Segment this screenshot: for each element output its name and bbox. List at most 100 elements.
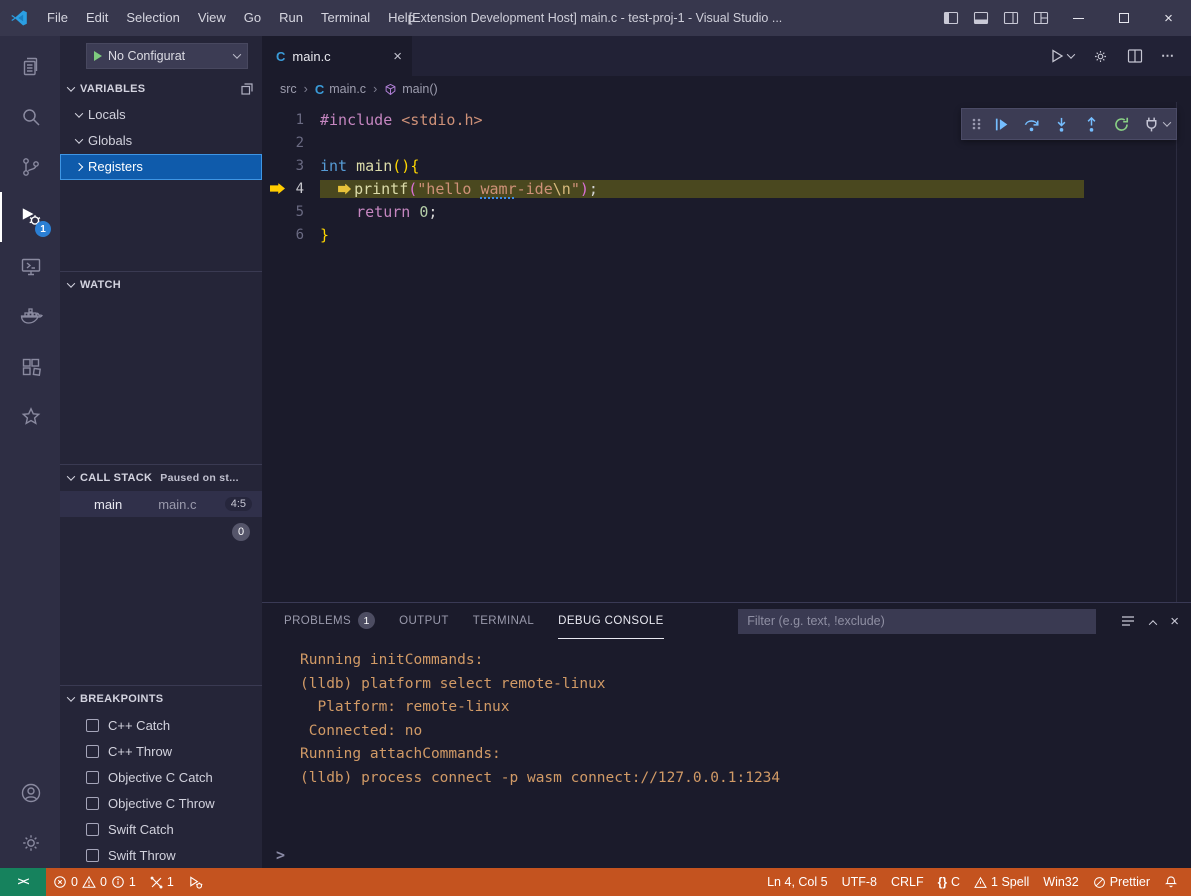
breakpoint-item[interactable]: C++ Throw xyxy=(60,738,262,764)
gutter-line-3[interactable]: 3 xyxy=(262,158,320,174)
disconnect-button[interactable] xyxy=(1138,111,1164,137)
code-editor[interactable]: 1#include <stdio.h>23int main(){4 printf… xyxy=(262,102,1191,602)
breadcrumb-file[interactable]: Cmain.c xyxy=(315,82,366,97)
explorer-icon[interactable] xyxy=(0,42,60,92)
customize-layout-icon[interactable] xyxy=(1026,0,1056,36)
circle-slash-icon xyxy=(1093,876,1106,889)
breakpoint-checkbox[interactable] xyxy=(86,823,99,836)
more-actions-button[interactable]: ⋯ xyxy=(1161,48,1175,64)
breakpoint-checkbox[interactable] xyxy=(86,745,99,758)
variables-header[interactable]: VARIABLES xyxy=(60,76,262,102)
split-editor-button[interactable] xyxy=(1127,48,1143,64)
console-line: (lldb) platform select remote-linux xyxy=(300,673,1191,697)
gutter-line-6[interactable]: 6 xyxy=(262,227,320,243)
run-or-debug-button[interactable] xyxy=(1049,48,1074,64)
maximize-button[interactable] xyxy=(1101,0,1146,36)
breakpoint-checkbox[interactable] xyxy=(86,849,99,862)
extensions-icon[interactable] xyxy=(0,342,60,392)
continue-button[interactable] xyxy=(988,111,1014,137)
call-stack-header[interactable]: CALL STACK Paused on st... xyxy=(60,465,262,491)
tab-main-c[interactable]: C main.c × xyxy=(262,36,412,76)
tasks-status[interactable]: 1 xyxy=(143,868,181,896)
remote-explorer-icon[interactable] xyxy=(0,242,60,292)
close-window-button[interactable]: × xyxy=(1146,0,1191,36)
panel-tab-debug-console[interactable]: DEBUG CONSOLE xyxy=(558,603,664,639)
step-into-button[interactable] xyxy=(1048,111,1074,137)
breakpoint-item[interactable]: Objective C Catch xyxy=(60,764,262,790)
code-line-6[interactable]: 6} xyxy=(262,223,1191,246)
star-icon[interactable] xyxy=(0,392,60,442)
panel-menu-icon[interactable] xyxy=(1120,613,1136,629)
source-control-icon[interactable] xyxy=(0,142,60,192)
code-line-4[interactable]: 4 printf("hello wamr-ide\n"); xyxy=(262,177,1191,200)
remote-indicator[interactable]: >< xyxy=(0,868,46,896)
breakpoint-item[interactable]: Swift Catch xyxy=(60,816,262,842)
cursor-position[interactable]: Ln 4, Col 5 xyxy=(760,868,834,896)
step-over-button[interactable] xyxy=(1018,111,1044,137)
panel-tab-terminal[interactable]: TERMINAL xyxy=(473,603,534,639)
menu-file[interactable]: File xyxy=(38,0,77,36)
toggle-primary-sidebar-icon[interactable] xyxy=(936,0,966,36)
panel-tab-output[interactable]: OUTPUT xyxy=(399,603,449,639)
breakpoint-checkbox[interactable] xyxy=(86,719,99,732)
drag-handle-icon[interactable] xyxy=(968,111,984,137)
collapse-all-icon[interactable] xyxy=(240,82,254,96)
breadcrumb: src › Cmain.c › main() xyxy=(262,76,1191,102)
menu-selection[interactable]: Selection xyxy=(117,0,188,36)
variables-item-registers[interactable]: Registers xyxy=(60,154,262,180)
variables-item-locals[interactable]: Locals xyxy=(60,102,262,128)
configure-gear-button[interactable] xyxy=(1092,48,1109,65)
code-line-3[interactable]: 3int main(){ xyxy=(262,154,1191,177)
panel-tab-problems[interactable]: PROBLEMS1 xyxy=(284,603,375,639)
settings-gear-icon[interactable] xyxy=(0,818,60,868)
breadcrumb-src[interactable]: src xyxy=(280,82,297,96)
gutter-line-4[interactable]: 4 xyxy=(262,181,320,197)
console-input[interactable] xyxy=(285,842,1191,868)
gutter-line-1[interactable]: 1 xyxy=(262,112,320,128)
language-indicator[interactable]: {}C xyxy=(931,868,967,896)
gutter-line-5[interactable]: 5 xyxy=(262,204,320,220)
editor-scrollbar[interactable] xyxy=(1176,102,1191,602)
maximize-panel-icon[interactable] xyxy=(1150,614,1156,629)
launch-config-label: No Configurat xyxy=(108,49,185,63)
call-stack-frame[interactable]: main main.c 4:5 xyxy=(60,491,262,517)
problems-status[interactable]: 0 0 1 xyxy=(46,868,143,896)
debug-status-icon[interactable] xyxy=(181,868,210,896)
breakpoints-header[interactable]: BREAKPOINTS xyxy=(60,686,262,712)
variables-item-globals[interactable]: Globals xyxy=(60,128,262,154)
toggle-panel-icon[interactable] xyxy=(966,0,996,36)
menu-go[interactable]: Go xyxy=(235,0,270,36)
close-tab-icon[interactable]: × xyxy=(393,48,402,65)
run-and-debug-icon[interactable]: 1 xyxy=(0,192,60,242)
encoding-indicator[interactable]: UTF-8 xyxy=(835,868,884,896)
close-panel-icon[interactable]: × xyxy=(1170,613,1179,630)
code-line-5[interactable]: 5 return 0; xyxy=(262,200,1191,223)
toggle-secondary-sidebar-icon[interactable] xyxy=(996,0,1026,36)
menu-terminal[interactable]: Terminal xyxy=(312,0,379,36)
spell-checker-status[interactable]: 1 Spell xyxy=(967,868,1036,896)
menu-run[interactable]: Run xyxy=(270,0,312,36)
gutter-line-2[interactable]: 2 xyxy=(262,135,320,151)
platform-indicator[interactable]: Win32 xyxy=(1036,868,1085,896)
breakpoint-checkbox[interactable] xyxy=(86,771,99,784)
breakpoint-item[interactable]: C++ Catch xyxy=(60,712,262,738)
breadcrumb-symbol[interactable]: main() xyxy=(384,82,437,96)
step-out-button[interactable] xyxy=(1078,111,1104,137)
menu-edit[interactable]: Edit xyxy=(77,0,117,36)
docker-icon[interactable] xyxy=(0,292,60,342)
menu-view[interactable]: View xyxy=(189,0,235,36)
watch-header[interactable]: WATCH xyxy=(60,272,262,298)
notifications-bell-icon[interactable] xyxy=(1157,868,1185,896)
formatter-status[interactable]: Prettier xyxy=(1086,868,1157,896)
minimize-button[interactable] xyxy=(1056,0,1101,36)
chevron-down-icon[interactable] xyxy=(1163,118,1171,126)
launch-config-dropdown[interactable]: No Configurat xyxy=(86,43,248,69)
search-icon[interactable] xyxy=(0,92,60,142)
console-filter-input[interactable] xyxy=(738,609,1096,634)
eol-indicator[interactable]: CRLF xyxy=(884,868,931,896)
breakpoint-item[interactable]: Objective C Throw xyxy=(60,790,262,816)
restart-button[interactable] xyxy=(1108,111,1134,137)
breakpoint-checkbox[interactable] xyxy=(86,797,99,810)
breakpoint-item[interactable]: Swift Throw xyxy=(60,842,262,868)
account-icon[interactable] xyxy=(0,768,60,818)
